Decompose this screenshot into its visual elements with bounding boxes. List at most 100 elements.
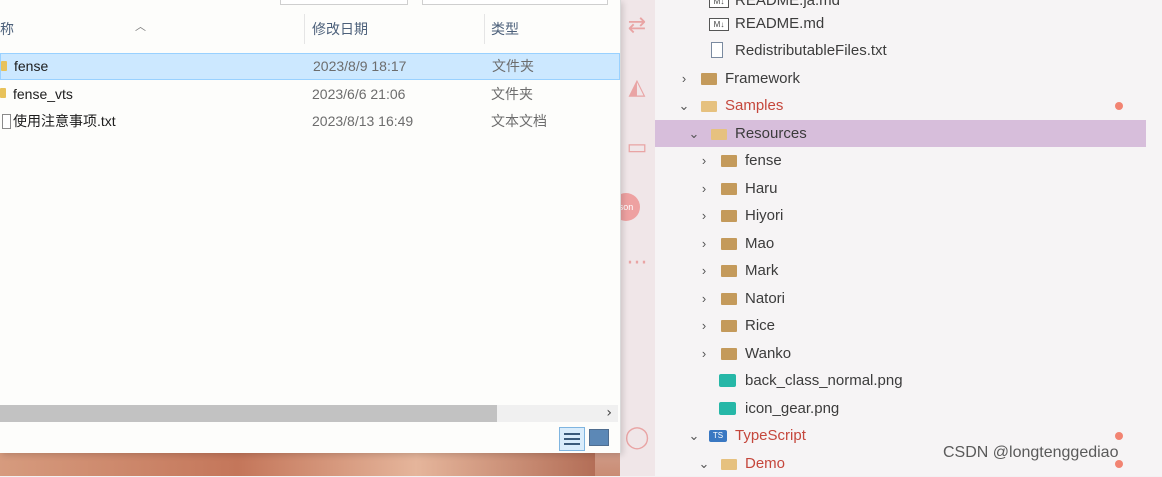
scrollbar-thumb[interactable] <box>0 405 497 422</box>
file-row[interactable]: fense 2023/8/9 18:17 文件夹 <box>0 53 620 80</box>
chevron-down-icon[interactable]: ⌄ <box>687 120 701 147</box>
large-icons-view-icon[interactable] <box>589 429 609 446</box>
chevron-down-icon[interactable]: ⌄ <box>687 422 701 449</box>
chevron-right-icon[interactable]: › <box>697 230 711 257</box>
markdown-icon: M↓ <box>709 0 729 8</box>
account-icon[interactable]: ◯ <box>623 424 651 452</box>
source-control-icon[interactable]: ⇄ <box>623 12 651 40</box>
tree-item-label: Rice <box>745 317 776 334</box>
text-file-icon <box>711 42 723 58</box>
tree-item-label: TypeScript <box>735 427 806 444</box>
column-header-name[interactable]: 称 <box>0 10 14 46</box>
chevron-right-icon[interactable]: › <box>697 175 711 202</box>
folder-open-icon <box>721 459 737 470</box>
tree-item-label: fense <box>745 152 782 169</box>
tree-item-label: RedistributableFiles.txt <box>735 42 887 59</box>
tree-item-samples[interactable]: ⌄ Samples <box>655 92 1146 119</box>
tree-item-label: Samples <box>725 97 784 114</box>
file-name: fense_vts <box>13 86 73 102</box>
file-row[interactable]: fense_vts 2023/6/6 21:06 文件夹 <box>0 81 618 108</box>
vertical-scrollbar[interactable] <box>1146 0 1162 476</box>
column-divider[interactable] <box>304 14 305 44</box>
tree-item-label: README.md <box>735 15 825 32</box>
tree-item-label: Demo <box>745 455 786 472</box>
address-bar[interactable] <box>280 0 408 5</box>
file-type: 文件夹 <box>492 58 534 74</box>
deploy-icon[interactable]: ◭ <box>623 74 651 102</box>
tree-item-label: Haru <box>745 180 778 197</box>
modified-dot <box>1115 102 1123 110</box>
wallpaper-bottom <box>0 452 595 476</box>
more-icon[interactable]: ··· <box>623 250 651 278</box>
tree-item-haru[interactable]: › Haru <box>655 175 1146 202</box>
tree-item-hiyori[interactable]: › Hiyori <box>655 202 1146 229</box>
modified-dot <box>1115 432 1123 440</box>
folder-icon <box>721 348 737 360</box>
tree-item-resources[interactable]: ⌄ Resources <box>655 120 1146 147</box>
folder-icon <box>721 265 737 277</box>
folder-icon <box>721 183 737 195</box>
watermark: CSDN @longtenggediao <box>943 444 1119 461</box>
file-row[interactable]: 使用注意事项.txt 2023/8/13 16:49 文本文档 <box>0 108 618 135</box>
tree-item-label: Resources <box>735 125 807 142</box>
folder-icon <box>0 88 6 98</box>
explorer-sidebar: M↓ README.ja.md M↓ README.md Redistribut… <box>655 0 1162 476</box>
folder-icon <box>721 210 737 222</box>
image-icon <box>719 402 736 415</box>
file-date: 2023/8/9 18:17 <box>313 58 407 74</box>
tree-item-label: Natori <box>745 290 786 307</box>
horizontal-scrollbar[interactable]: › <box>0 405 618 422</box>
tree-item-rice[interactable]: › Rice <box>655 312 1146 339</box>
chevron-right-icon[interactable]: › <box>697 147 711 174</box>
file-type: 文本文档 <box>491 113 547 129</box>
tree-item-wanko[interactable]: › Wanko <box>655 340 1146 367</box>
scroll-right-icon[interactable]: › <box>606 405 612 422</box>
chevron-down-icon[interactable]: ⌄ <box>697 450 711 477</box>
tree-item-fense[interactable]: › fense <box>655 147 1146 174</box>
folder-icon <box>721 293 737 305</box>
folder-icon <box>701 73 717 85</box>
folder-icon <box>721 238 737 250</box>
chevron-right-icon[interactable]: › <box>677 65 691 92</box>
chevron-right-icon[interactable]: › <box>697 285 711 312</box>
terminal-icon[interactable]: ▭ <box>623 134 651 162</box>
column-header-date[interactable]: 修改日期 <box>312 10 368 46</box>
file-type: 文件夹 <box>491 86 533 102</box>
activity-bar: ⇄ ◭ ▭ ··· ◯ <box>620 0 655 476</box>
tree-item-label: Wanko <box>745 345 792 362</box>
tree-item-label: Hiyori <box>745 207 784 224</box>
tree-item-back-class-normal[interactable]: back_class_normal.png <box>655 367 1146 394</box>
markdown-icon: M↓ <box>709 18 729 31</box>
text-file-icon <box>2 114 11 129</box>
tree-item-readme[interactable]: M↓ README.md <box>655 10 1146 37</box>
file-date: 2023/6/6 21:06 <box>312 86 406 102</box>
folder-open-icon <box>711 129 727 140</box>
tree-item-label: back_class_normal.png <box>745 372 903 389</box>
tree-item-icon-gear[interactable]: icon_gear.png <box>655 395 1146 422</box>
chevron-right-icon[interactable]: › <box>697 340 711 367</box>
tree-item-framework[interactable]: › Framework <box>655 65 1146 92</box>
details-view-icon[interactable] <box>559 427 585 451</box>
tree-item-label: Mark <box>745 262 779 279</box>
tree-item-mao[interactable]: › Mao <box>655 230 1146 257</box>
tree-item-mark[interactable]: › Mark <box>655 257 1146 284</box>
chevron-right-icon[interactable]: › <box>697 202 711 229</box>
chevron-right-icon[interactable]: › <box>697 312 711 339</box>
tree-item-label: Mao <box>745 235 775 252</box>
tree-item-redistributable[interactable]: RedistributableFiles.txt <box>655 37 1146 64</box>
folder-icon <box>1 61 7 71</box>
file-date: 2023/8/13 16:49 <box>312 113 414 129</box>
column-header-type[interactable]: 类型 <box>491 10 519 46</box>
folder-icon <box>721 155 737 167</box>
tree-item-label: Framework <box>725 70 801 87</box>
search-box[interactable] <box>422 0 608 5</box>
file-explorer-window: ︿ 称 修改日期 类型 fense 2023/8/9 18:17 文件夹 fen… <box>0 0 621 453</box>
column-divider[interactable] <box>484 14 485 44</box>
sort-ascending-icon: ︿ <box>135 20 146 33</box>
chevron-down-icon[interactable]: ⌄ <box>677 92 691 119</box>
status-bar <box>0 422 618 453</box>
image-icon <box>719 374 736 387</box>
tree-item-natori[interactable]: › Natori <box>655 285 1146 312</box>
chevron-right-icon[interactable]: › <box>697 257 711 284</box>
folder-open-icon <box>701 101 717 112</box>
